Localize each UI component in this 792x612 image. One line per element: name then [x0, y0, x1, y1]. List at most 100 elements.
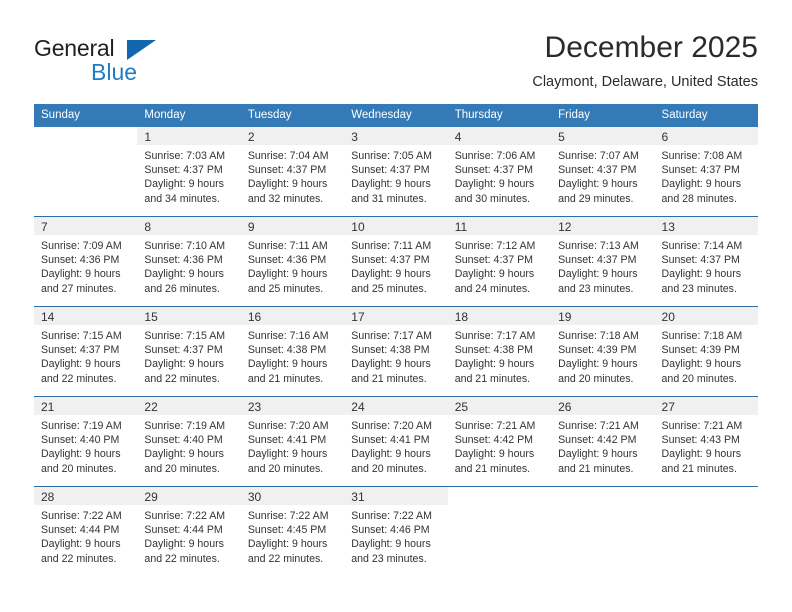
day-number: 17 [351, 310, 365, 324]
daylight-text-line1: Daylight: 9 hours [454, 178, 535, 191]
calendar-day-cell[interactable]: 30 Sunrise: 7:22 AM Sunset: 4:45 PM Dayligh… [240, 486, 345, 576]
day-sun-info: Sunrise: 7:16 AM Sunset: 4:38 PM Daylight:… [241, 325, 344, 386]
calendar-day-cell [654, 486, 758, 576]
sunrise-text: Sunrise: 7:21 AM [558, 420, 639, 432]
calendar-day-cell[interactable]: 6 Sunrise: 7:08 AM Sunset: 4:37 PM Daylight… [654, 127, 758, 217]
calendar-day-cell[interactable]: 20 Sunrise: 7:18 AM Sunset: 4:39 PM Dayligh… [654, 306, 758, 397]
day-sun-info: Sunrise: 7:19 AM Sunset: 4:40 PM Daylight:… [137, 415, 240, 476]
day-sun-info [655, 505, 758, 509]
day-number-band: 16 [240, 307, 345, 325]
day-number-band: 9 [240, 217, 345, 235]
sunset-text: Sunset: 4:36 PM [247, 254, 327, 267]
day-sun-info: Sunrise: 7:19 AM Sunset: 4:40 PM Daylight:… [34, 415, 137, 476]
sunset-text: Sunset: 4:41 PM [351, 434, 430, 447]
calendar-day-cell[interactable]: 7 Sunrise: 7:09 AM Sunset: 4:36 PM Daylight… [34, 216, 138, 307]
calendar-day-cell[interactable]: 27 Sunrise: 7:21 AM Sunset: 4:43 PM Dayligh… [654, 396, 758, 487]
calendar-day-cell[interactable]: 12 Sunrise: 7:13 AM Sunset: 4:37 PM Dayligh… [551, 216, 655, 307]
calendar-day-cell[interactable]: 19 Sunrise: 7:18 AM Sunset: 4:39 PM Dayligh… [551, 306, 655, 397]
calendar-day-cell[interactable]: 22 Sunrise: 7:19 AM Sunset: 4:40 PM Dayligh… [137, 396, 241, 487]
calendar-day-cell[interactable]: 4 Sunrise: 7:06 AM Sunset: 4:37 PM Daylight… [447, 127, 552, 217]
day-number-band [551, 487, 654, 505]
day-sun-info: Sunrise: 7:20 AM Sunset: 4:41 PM Daylight:… [241, 415, 344, 476]
day-cell-content [551, 487, 655, 576]
day-sun-info: Sunrise: 7:13 AM Sunset: 4:37 PM Daylight:… [551, 235, 654, 296]
calendar-day-cell[interactable]: 10 Sunrise: 7:11 AM Sunset: 4:37 PM Dayligh… [344, 216, 448, 307]
calendar-day-cell[interactable]: 1 Sunrise: 7:03 AM Sunset: 4:37 PM Daylight… [137, 127, 241, 217]
daylight-text-line2: and 22 minutes. [41, 552, 117, 565]
calendar-day-cell[interactable]: 18 Sunrise: 7:17 AM Sunset: 4:38 PM Dayligh… [447, 306, 552, 397]
day-number: 15 [144, 310, 158, 324]
day-number: 7 [41, 220, 48, 234]
sunrise-text: Sunrise: 7:09 AM [41, 240, 122, 252]
calendar-day-cell[interactable]: 8 Sunrise: 7:10 AM Sunset: 4:36 PM Daylight… [137, 216, 241, 307]
sunset-text: Sunset: 4:45 PM [247, 524, 327, 537]
calendar-day-cell[interactable]: 31 Sunrise: 7:22 AM Sunset: 4:46 PM Dayligh… [344, 486, 448, 576]
day-cell-content: 18 Sunrise: 7:17 AM Sunset: 4:38 PM Dayligh… [447, 307, 552, 396]
daylight-text-line1: Daylight: 9 hours [661, 268, 742, 281]
sunrise-text: Sunrise: 7:08 AM [661, 150, 743, 162]
day-number: 26 [558, 400, 572, 414]
daylight-text-line1: Daylight: 9 hours [661, 448, 742, 461]
day-number-band: 4 [447, 127, 552, 145]
day-sun-info: Sunrise: 7:14 AM Sunset: 4:37 PM Daylight:… [655, 235, 758, 296]
daylight-text-line1: Daylight: 9 hours [144, 448, 224, 461]
calendar-table: Sunday Monday Tuesday Wednesday Thursday… [34, 104, 758, 576]
day-number-band: 26 [551, 397, 655, 415]
calendar-day-cell[interactable]: 26 Sunrise: 7:21 AM Sunset: 4:42 PM Dayligh… [551, 396, 655, 487]
daylight-text-line2: and 22 minutes. [144, 552, 220, 565]
general-blue-logo[interactable]: General Blue [34, 34, 214, 90]
calendar-day-cell[interactable]: 13 Sunrise: 7:14 AM Sunset: 4:37 PM Dayligh… [654, 216, 758, 307]
day-number-band: 7 [34, 217, 138, 235]
daylight-text-line1: Daylight: 9 hours [41, 538, 121, 551]
page-title: December 2025 [544, 31, 758, 64]
day-number-band: 22 [137, 397, 241, 415]
calendar-day-cell[interactable]: 5 Sunrise: 7:07 AM Sunset: 4:37 PM Daylight… [551, 127, 655, 217]
calendar-day-cell[interactable]: 2 Sunrise: 7:04 AM Sunset: 4:37 PM Daylight… [240, 127, 345, 217]
sunset-text: Sunset: 4:41 PM [247, 434, 327, 447]
daylight-text-line1: Daylight: 9 hours [144, 358, 224, 371]
calendar-day-cell[interactable]: 25 Sunrise: 7:21 AM Sunset: 4:42 PM Dayligh… [447, 396, 552, 487]
calendar-day-cell[interactable]: 23 Sunrise: 7:20 AM Sunset: 4:41 PM Dayligh… [240, 396, 345, 487]
sunrise-text: Sunrise: 7:22 AM [144, 510, 226, 522]
daylight-text-line1: Daylight: 9 hours [41, 358, 121, 371]
calendar-day-cell[interactable]: 16 Sunrise: 7:16 AM Sunset: 4:38 PM Dayligh… [240, 306, 345, 397]
daylight-text-line2: and 21 minutes. [454, 462, 531, 475]
calendar-day-cell[interactable]: 11 Sunrise: 7:12 AM Sunset: 4:37 PM Dayligh… [447, 216, 552, 307]
daylight-text-line2: and 21 minutes. [558, 462, 634, 475]
sunrise-text: Sunrise: 7:18 AM [558, 330, 639, 342]
daylight-text-line1: Daylight: 9 hours [454, 358, 535, 371]
sunset-text: Sunset: 4:37 PM [661, 254, 740, 267]
day-number-band: 20 [654, 307, 758, 325]
calendar-day-cell[interactable]: 29 Sunrise: 7:22 AM Sunset: 4:44 PM Dayligh… [137, 486, 241, 576]
calendar-day-cell[interactable]: 3 Sunrise: 7:05 AM Sunset: 4:37 PM Daylight… [344, 127, 448, 217]
sunrise-text: Sunrise: 7:22 AM [41, 510, 122, 522]
calendar-day-cell[interactable]: 9 Sunrise: 7:11 AM Sunset: 4:36 PM Daylight… [240, 216, 345, 307]
sunrise-text: Sunrise: 7:04 AM [247, 150, 329, 162]
daylight-text-line2: and 21 minutes. [351, 372, 427, 385]
daylight-text-line2: and 26 minutes. [144, 282, 220, 295]
calendar-day-cell[interactable]: 17 Sunrise: 7:17 AM Sunset: 4:38 PM Dayligh… [344, 306, 448, 397]
calendar-day-cell[interactable]: 14 Sunrise: 7:15 AM Sunset: 4:37 PM Dayligh… [34, 306, 138, 397]
sunrise-text: Sunrise: 7:11 AM [351, 240, 432, 252]
day-sun-info [448, 505, 551, 509]
day-cell-content: 27 Sunrise: 7:21 AM Sunset: 4:43 PM Dayligh… [654, 397, 758, 486]
daylight-text-line2: and 31 minutes. [351, 192, 427, 205]
day-cell-content: 4 Sunrise: 7:06 AM Sunset: 4:37 PM Daylight… [447, 127, 552, 216]
day-sun-info: Sunrise: 7:10 AM Sunset: 4:36 PM Daylight:… [137, 235, 240, 296]
calendar-day-cell[interactable]: 15 Sunrise: 7:15 AM Sunset: 4:37 PM Dayligh… [137, 306, 241, 397]
sunrise-text: Sunrise: 7:22 AM [351, 510, 432, 522]
day-cell-content [447, 487, 552, 576]
day-number: 8 [144, 220, 152, 234]
sunset-text: Sunset: 4:37 PM [454, 164, 534, 177]
sunrise-text: Sunrise: 7:17 AM [351, 330, 432, 342]
day-cell-content: 19 Sunrise: 7:18 AM Sunset: 4:39 PM Dayligh… [551, 307, 655, 396]
day-cell-content: 13 Sunrise: 7:14 AM Sunset: 4:37 PM Dayligh… [654, 217, 758, 306]
day-sun-info: Sunrise: 7:05 AM Sunset: 4:37 PM Daylight:… [344, 145, 447, 206]
calendar-day-cell[interactable]: 21 Sunrise: 7:19 AM Sunset: 4:40 PM Dayligh… [34, 396, 138, 487]
calendar-day-cell[interactable]: 28 Sunrise: 7:22 AM Sunset: 4:44 PM Dayligh… [34, 486, 138, 576]
day-sun-info: Sunrise: 7:21 AM Sunset: 4:43 PM Daylight:… [655, 415, 758, 476]
daylight-text-line2: and 22 minutes. [247, 552, 324, 565]
day-number: 4 [454, 130, 462, 144]
calendar-day-cell[interactable]: 24 Sunrise: 7:20 AM Sunset: 4:41 PM Dayligh… [344, 396, 448, 487]
sunrise-text: Sunrise: 7:13 AM [558, 240, 639, 252]
